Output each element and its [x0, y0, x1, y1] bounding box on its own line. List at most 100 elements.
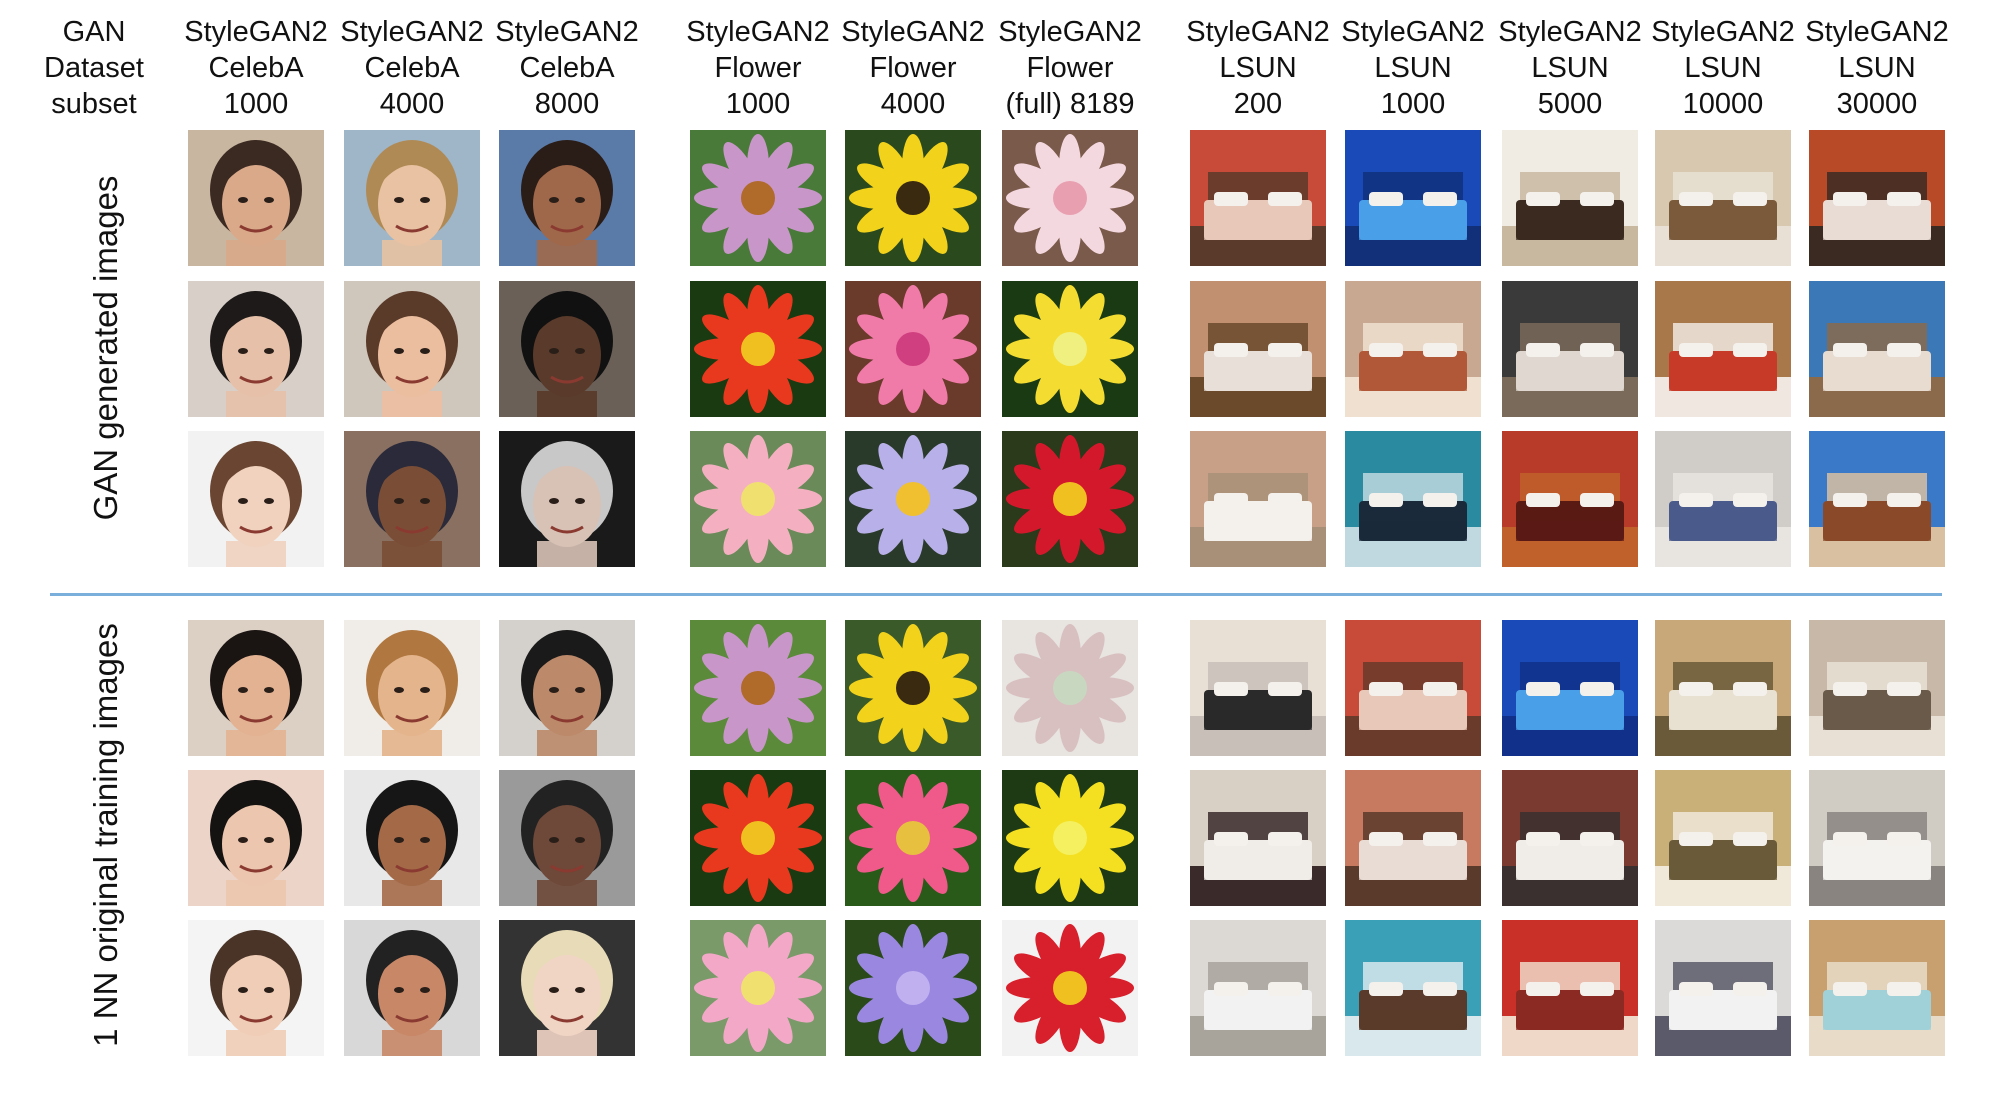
bedroom-image	[1345, 920, 1481, 1056]
face-image	[344, 281, 480, 417]
column-header-line: StyleGAN2	[1805, 16, 1949, 48]
column-header-line: LSUN	[1684, 52, 1762, 84]
bedroom-image	[1502, 770, 1638, 906]
bedroom-image	[1655, 431, 1791, 567]
column-header-line: LSUN	[1531, 52, 1609, 84]
face-image	[499, 130, 635, 266]
column-header-flower-1000: StyleGAN2 Flower 1000	[683, 14, 833, 122]
column-header-line: CelebA	[208, 52, 304, 84]
bedroom-image	[1809, 431, 1945, 567]
column-header-line: StyleGAN2	[1341, 16, 1485, 48]
flower-image	[845, 770, 981, 906]
face-image	[344, 920, 480, 1056]
flower-image	[1002, 130, 1138, 266]
flower-image	[845, 920, 981, 1056]
column-header-line: 5000	[1537, 88, 1603, 120]
column-header-line: CelebA	[519, 52, 615, 84]
column-header-line: StyleGAN2	[184, 16, 328, 48]
flower-image	[845, 431, 981, 567]
column-header-line: LSUN	[1219, 52, 1297, 84]
flower-image	[1002, 770, 1138, 906]
column-header-line: StyleGAN2	[841, 16, 985, 48]
bedroom-image	[1655, 281, 1791, 417]
face-image	[499, 770, 635, 906]
face-image	[188, 281, 324, 417]
column-header-line: 200	[1233, 88, 1283, 120]
face-image	[344, 770, 480, 906]
bedroom-image	[1190, 130, 1326, 266]
face-image	[188, 431, 324, 567]
column-header-line: StyleGAN2	[340, 16, 484, 48]
bedroom-image	[1190, 770, 1326, 906]
column-header-line: LSUN	[1838, 52, 1916, 84]
column-header-line: StyleGAN2	[1498, 16, 1642, 48]
section-label-nearest-neighbor: 1 NN original training images	[87, 623, 124, 1047]
bedroom-image	[1809, 130, 1945, 266]
flower-image	[690, 431, 826, 567]
column-header-lsun-10000: StyleGAN2 LSUN 10000	[1648, 14, 1798, 122]
bedroom-image	[1502, 130, 1638, 266]
column-header-line: LSUN	[1374, 52, 1452, 84]
flower-image	[690, 130, 826, 266]
column-header-line: (full) 8189	[1005, 88, 1135, 120]
bedroom-image	[1655, 920, 1791, 1056]
row-header: GAN Dataset subset	[34, 14, 154, 122]
bedroom-image	[1655, 620, 1791, 756]
column-header-line: Flower	[869, 52, 957, 84]
bedroom-image	[1345, 281, 1481, 417]
column-header-celeba-1000: StyleGAN2 CelebA 1000	[181, 14, 331, 122]
row-header-line-2: Dataset	[44, 52, 144, 84]
bedroom-image	[1502, 431, 1638, 567]
flower-image	[1002, 920, 1138, 1056]
column-header-line: 1000	[223, 88, 289, 120]
bedroom-image	[1190, 431, 1326, 567]
bedroom-image	[1502, 281, 1638, 417]
flower-image	[690, 770, 826, 906]
flower-image	[1002, 620, 1138, 756]
column-header-line: StyleGAN2	[495, 16, 639, 48]
column-header-line: StyleGAN2	[1651, 16, 1795, 48]
column-header-line: StyleGAN2	[998, 16, 1142, 48]
flower-image	[845, 620, 981, 756]
flower-image	[845, 130, 981, 266]
flower-image	[690, 620, 826, 756]
column-header-line: 10000	[1682, 88, 1764, 120]
face-image	[499, 620, 635, 756]
section-divider	[50, 593, 1942, 596]
section-label-generated: GAN generated images	[87, 175, 124, 521]
column-header-lsun-200: StyleGAN2 LSUN 200	[1183, 14, 1333, 122]
column-header-line: 4000	[880, 88, 946, 120]
bedroom-image	[1345, 130, 1481, 266]
column-header-line: 8000	[534, 88, 600, 120]
column-header-line: Flower	[714, 52, 802, 84]
column-header-line: Flower	[1026, 52, 1114, 84]
bedroom-image	[1190, 620, 1326, 756]
flower-image	[845, 281, 981, 417]
bedroom-image	[1809, 770, 1945, 906]
flower-image	[1002, 431, 1138, 567]
column-header-line: 4000	[379, 88, 445, 120]
bedroom-image	[1655, 770, 1791, 906]
face-image	[188, 920, 324, 1056]
face-image	[499, 281, 635, 417]
face-image	[344, 431, 480, 567]
row-header-line-1: GAN	[62, 16, 126, 48]
face-image	[188, 620, 324, 756]
bedroom-image	[1809, 281, 1945, 417]
bedroom-image	[1809, 620, 1945, 756]
bedroom-image	[1345, 770, 1481, 906]
row-header-line-3: subset	[51, 88, 137, 120]
bedroom-image	[1655, 130, 1791, 266]
bedroom-image	[1345, 431, 1481, 567]
face-image	[188, 130, 324, 266]
column-header-line: 30000	[1836, 88, 1918, 120]
column-header-celeba-8000: StyleGAN2 CelebA 8000	[492, 14, 642, 122]
column-header-flower-8189: StyleGAN2 Flower (full) 8189	[995, 14, 1145, 122]
column-header-line: 1000	[1380, 88, 1446, 120]
bedroom-image	[1345, 620, 1481, 756]
column-header-flower-4000: StyleGAN2 Flower 4000	[838, 14, 988, 122]
column-header-line: StyleGAN2	[686, 16, 830, 48]
face-image	[344, 620, 480, 756]
flower-image	[1002, 281, 1138, 417]
column-header-line: CelebA	[364, 52, 460, 84]
